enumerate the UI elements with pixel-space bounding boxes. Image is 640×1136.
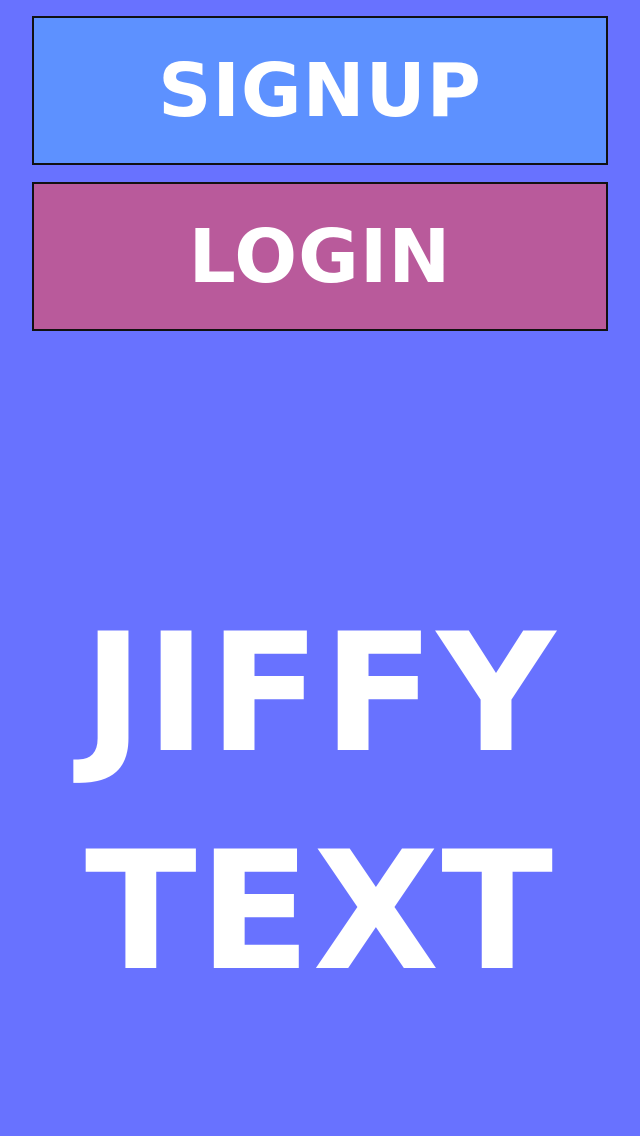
logo-line-1: JIFFY (82, 598, 558, 789)
signup-button[interactable]: SIGNUP (32, 16, 608, 165)
logo-line-2: TEXT (84, 816, 556, 1007)
login-button[interactable]: LOGIN (32, 182, 608, 331)
signup-button-label: SIGNUP (158, 47, 482, 134)
login-button-label: LOGIN (188, 213, 452, 300)
